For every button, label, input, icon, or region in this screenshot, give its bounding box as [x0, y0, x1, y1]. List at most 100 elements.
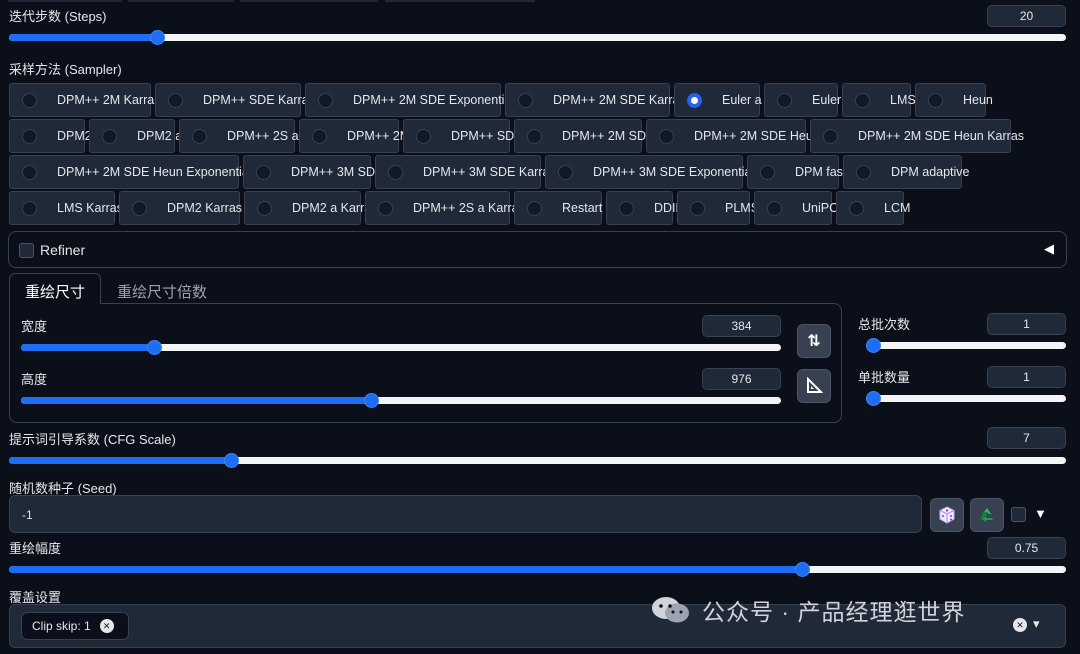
- override-caret-icon[interactable]: ▾: [1033, 616, 1040, 632]
- sampler-option[interactable]: DPM++ 3M SDE: [243, 155, 383, 189]
- steps-input[interactable]: 20: [987, 5, 1066, 27]
- radio-icon[interactable]: [416, 128, 431, 144]
- sampler-option[interactable]: DPM++ 2M SDE Exponential: [305, 83, 514, 117]
- radio-icon[interactable]: [22, 164, 37, 180]
- sampler-option[interactable]: DPM++ 3M SDE Exponential: [545, 155, 754, 189]
- sampler-option[interactable]: DPM++ 2S a Karras: [365, 191, 525, 225]
- radio-icon[interactable]: [312, 128, 327, 144]
- radio-icon[interactable]: [687, 92, 702, 108]
- sampler-option[interactable]: DPM2 a Karras: [244, 191, 377, 225]
- batch-size-slider-thumb[interactable]: [866, 391, 881, 406]
- width-slider[interactable]: [21, 337, 781, 359]
- sampler-option[interactable]: DPM++ 2S a: [179, 119, 299, 153]
- width-input[interactable]: 384: [702, 315, 781, 337]
- radio-icon[interactable]: [558, 164, 573, 180]
- reuse-seed-button[interactable]: [970, 498, 1004, 532]
- batch-count-input[interactable]: 1: [987, 313, 1066, 335]
- sampler-option[interactable]: DPM2 a: [89, 119, 182, 153]
- sampler-option[interactable]: Heun: [915, 83, 993, 117]
- aspect-ratio-button[interactable]: [797, 369, 831, 403]
- refiner-accordion[interactable]: Refiner ◀: [8, 231, 1067, 268]
- sampler-option[interactable]: DPM++ 2M SDE Heun Exponential: [9, 155, 252, 189]
- sampler-option[interactable]: PLMS: [677, 191, 759, 225]
- sampler-option[interactable]: DDIM: [606, 191, 686, 225]
- sampler-option[interactable]: LMS Karras: [9, 191, 123, 225]
- sampler-option[interactable]: LMS: [842, 83, 916, 117]
- random-seed-button[interactable]: [930, 498, 964, 532]
- radio-icon[interactable]: [767, 200, 782, 216]
- sampler-option-label: DPM adaptive: [891, 165, 970, 179]
- steps-slider[interactable]: [9, 27, 1066, 49]
- radio-icon[interactable]: [518, 92, 533, 108]
- chip-close-icon[interactable]: ✕: [99, 619, 114, 633]
- batch-size-input[interactable]: 1: [987, 366, 1066, 388]
- radio-icon[interactable]: [527, 200, 542, 216]
- height-input[interactable]: 976: [702, 368, 781, 390]
- sampler-option[interactable]: DPM adaptive: [843, 155, 970, 189]
- sampler-option[interactable]: DPM++ 2M SDE Heun Karras: [810, 119, 1024, 153]
- sampler-option[interactable]: Euler: [764, 83, 841, 117]
- radio-icon[interactable]: [659, 128, 674, 144]
- sampler-option[interactable]: DPM++ 2M SDE Karras: [505, 83, 686, 117]
- refiner-checkbox[interactable]: [19, 243, 34, 258]
- radio-icon[interactable]: [777, 92, 792, 108]
- radio-icon[interactable]: [168, 92, 183, 108]
- sampler-option[interactable]: DPM++ 2M Karras: [9, 83, 161, 117]
- collapse-arrow-icon[interactable]: ◀: [1044, 241, 1054, 257]
- sampler-option[interactable]: DPM2: [9, 119, 92, 153]
- swap-dimensions-button[interactable]: ⇅: [797, 324, 831, 358]
- clip-skip-chip[interactable]: Clip skip: 1 ✕: [21, 612, 129, 640]
- seed-input[interactable]: -1: [9, 495, 922, 533]
- batch-size-slider[interactable]: [866, 388, 1066, 410]
- sampler-option[interactable]: DPM++ 2M SDE: [514, 119, 654, 153]
- height-slider[interactable]: [21, 390, 781, 412]
- sampler-option[interactable]: DPM++ 3M SDE Karras: [375, 155, 556, 189]
- batch-count-slider[interactable]: [866, 335, 1066, 357]
- radio-icon[interactable]: [132, 200, 147, 216]
- denoise-slider[interactable]: [9, 559, 1066, 581]
- sampler-option[interactable]: DPM2 Karras: [119, 191, 242, 225]
- steps-slider-thumb[interactable]: [149, 30, 165, 45]
- cfg-slider-thumb[interactable]: [223, 453, 239, 468]
- height-slider-thumb[interactable]: [363, 393, 379, 408]
- radio-icon[interactable]: [690, 200, 705, 216]
- sampler-option[interactable]: DPM++ SDE: [403, 119, 523, 153]
- clear-override-icon[interactable]: ✕: [1013, 618, 1027, 632]
- sampler-option[interactable]: LCM: [836, 191, 910, 225]
- seed-extra-dropdown-icon[interactable]: ▼: [1034, 506, 1047, 521]
- radio-icon[interactable]: [856, 164, 871, 180]
- radio-icon[interactable]: [823, 128, 838, 144]
- width-slider-thumb[interactable]: [147, 340, 162, 355]
- cfg-slider[interactable]: [9, 450, 1066, 472]
- radio-icon[interactable]: [22, 128, 37, 144]
- radio-icon[interactable]: [527, 128, 542, 144]
- sampler-option[interactable]: DPM++ 2M SDE Heun: [646, 119, 820, 153]
- sampler-option[interactable]: DPM++ SDE Karras: [155, 83, 315, 117]
- tab-resize-by[interactable]: 重绘尺寸倍数: [117, 281, 207, 302]
- denoise-slider-thumb[interactable]: [794, 562, 810, 577]
- radio-icon[interactable]: [192, 128, 207, 144]
- radio-icon[interactable]: [849, 200, 864, 216]
- batch-count-slider-thumb[interactable]: [866, 338, 881, 353]
- radio-icon[interactable]: [102, 128, 117, 144]
- sampler-option[interactable]: UniPC: [754, 191, 838, 225]
- radio-icon[interactable]: [928, 92, 943, 108]
- cfg-input[interactable]: 7: [987, 427, 1066, 449]
- radio-icon[interactable]: [378, 200, 393, 216]
- radio-icon[interactable]: [760, 164, 775, 180]
- denoise-input[interactable]: 0.75: [987, 537, 1066, 559]
- extra-seed-checkbox[interactable]: [1011, 507, 1026, 522]
- sampler-option[interactable]: DPM fast: [747, 155, 846, 189]
- radio-icon[interactable]: [619, 200, 634, 216]
- tab-resize[interactable]: 重绘尺寸: [25, 281, 85, 302]
- radio-icon[interactable]: [318, 92, 333, 108]
- radio-icon[interactable]: [257, 200, 272, 216]
- radio-icon[interactable]: [256, 164, 271, 180]
- radio-icon[interactable]: [855, 92, 870, 108]
- radio-icon[interactable]: [388, 164, 403, 180]
- radio-icon[interactable]: [22, 92, 37, 108]
- sampler-option[interactable]: Restart: [514, 191, 602, 225]
- sampler-option[interactable]: DPM++ 2M: [299, 119, 410, 153]
- radio-icon[interactable]: [22, 200, 37, 216]
- sampler-option[interactable]: Euler a: [674, 83, 762, 117]
